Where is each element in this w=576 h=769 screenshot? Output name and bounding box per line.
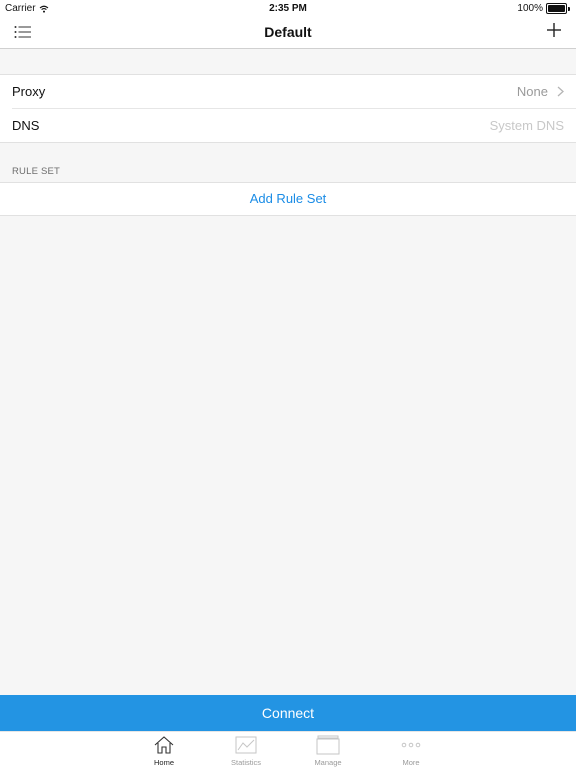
- tab-more-label: More: [402, 758, 420, 767]
- rule-set-header: RULE SET: [12, 166, 61, 177]
- battery-percent: 100%: [517, 3, 543, 14]
- proxy-value: None: [516, 84, 548, 99]
- home-icon: [154, 736, 174, 754]
- tab-home-label: Home: [153, 758, 174, 767]
- battery-icon: [546, 3, 567, 14]
- status-bar: Carrier 2:35 PM 100%: [0, 0, 576, 16]
- tab-statistics-label: Statistics: [230, 758, 261, 767]
- proxy-label: Proxy: [12, 84, 46, 99]
- chevron-right-icon: [557, 86, 564, 97]
- tab-manage-label: Manage: [314, 758, 342, 767]
- connect-button[interactable]: Connect: [0, 695, 576, 731]
- settings-group: Proxy None DNS System DNS: [0, 74, 576, 143]
- battery-indicator: 100%: [517, 3, 570, 14]
- navigation-bar: Default: [0, 16, 576, 49]
- more-dots-icon: [401, 742, 421, 748]
- proxy-row[interactable]: Proxy None: [0, 75, 576, 108]
- plus-icon[interactable]: [546, 22, 562, 38]
- dns-label: DNS: [12, 118, 40, 133]
- status-time: 2:35 PM: [269, 3, 307, 14]
- folder-icon: [316, 735, 340, 755]
- page-title: Default: [264, 24, 312, 40]
- add-rule-set-button[interactable]: Add Rule Set: [0, 183, 576, 215]
- tab-home[interactable]: Home: [134, 735, 194, 767]
- rule-set-group: Add Rule Set: [0, 182, 576, 216]
- tab-manage[interactable]: Manage: [298, 735, 358, 767]
- chart-icon: [235, 736, 257, 754]
- tab-more[interactable]: More: [381, 735, 441, 767]
- dns-value: System DNS: [489, 118, 564, 133]
- tab-statistics[interactable]: Statistics: [216, 735, 276, 767]
- dns-row[interactable]: DNS System DNS: [12, 108, 576, 142]
- tab-bar: Home Statistics Manage More: [0, 731, 576, 769]
